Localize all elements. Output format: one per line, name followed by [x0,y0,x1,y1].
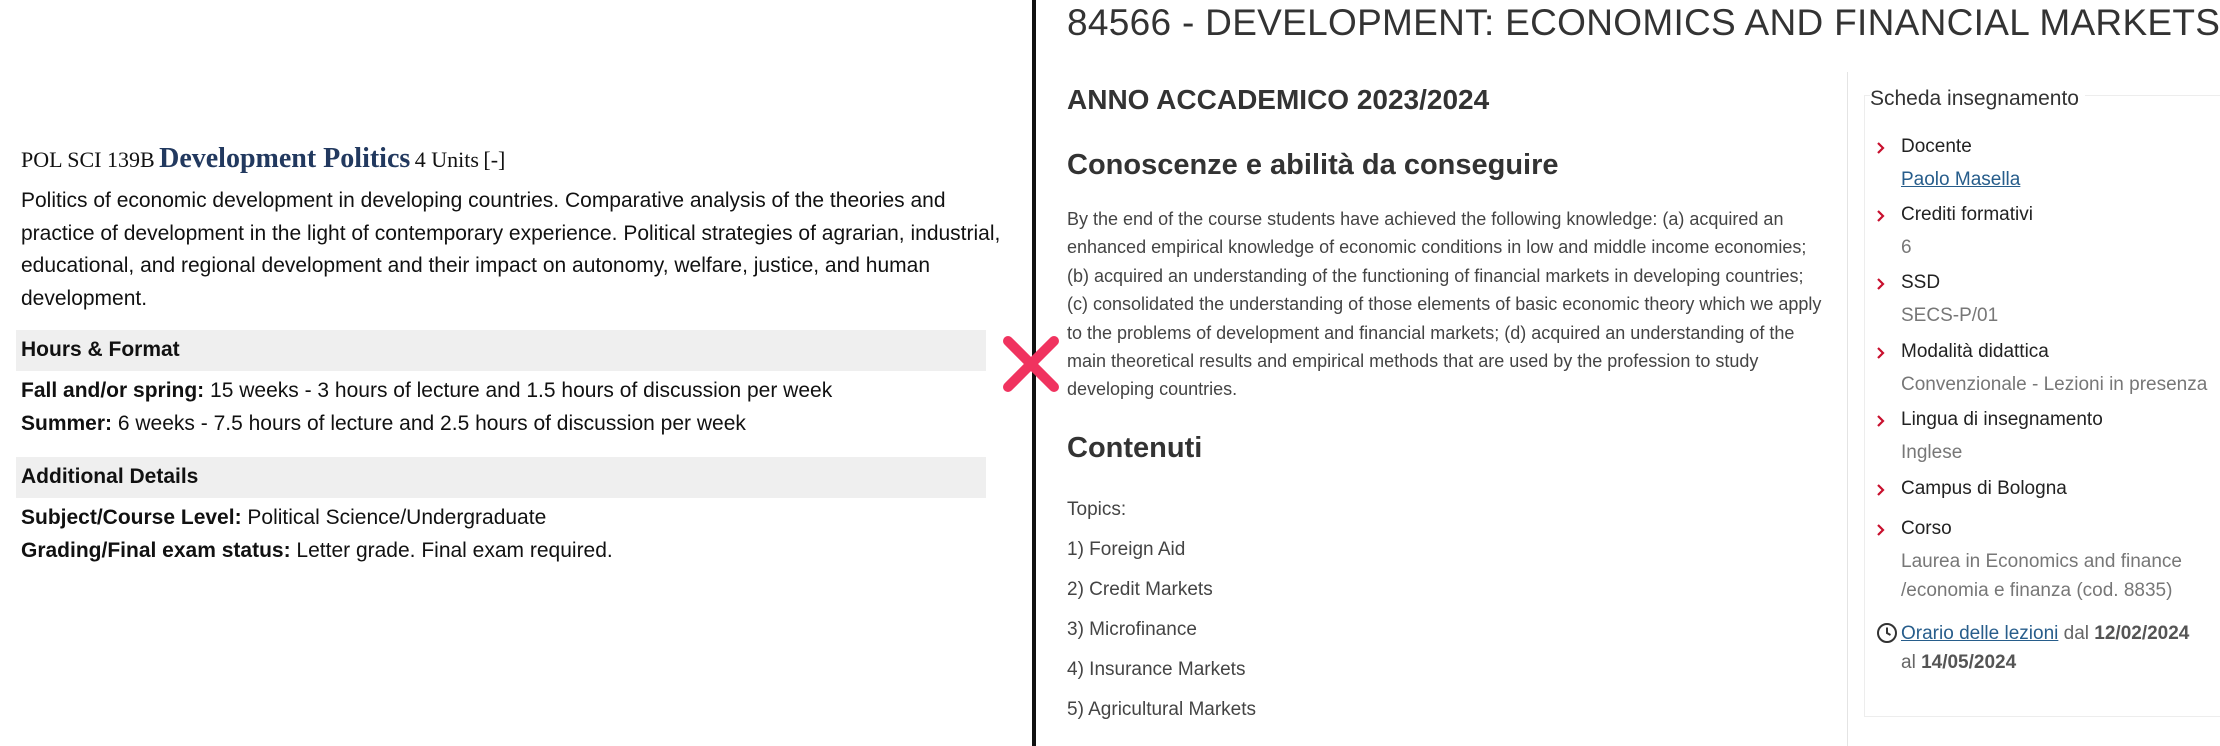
schedule-from-word: dal [2063,623,2089,644]
topics-label: Topics: [1067,499,1127,520]
academic-year-heading: ANNO ACCADEMICO 2023/2024 [1067,84,1490,115]
grading-label: Grading/Final exam status: [21,539,291,562]
knowledge-text: By the end of the course students have a… [1067,209,1822,400]
hours-format-heading: Hours & Format [21,338,180,361]
course-code: POL SCI 139B [21,147,155,172]
summer-line: Summer: 6 weeks - 7.5 hours of lecture a… [21,412,746,436]
fall-spring-value: 15 weeks - 3 hours of lecture and 1.5 ho… [210,379,833,402]
sidebar-item-label: Modalità didattica [1901,341,2049,362]
sidebar-item-label: Docente [1901,136,1972,157]
sidebar-item-value: Convenzionale - Lezioni in presenza [1901,374,2208,395]
grading-line: Grading/Final exam status: Letter grade.… [21,539,613,563]
course-info-sidebar: Scheda insegnamento Docente Paolo Masell… [1862,82,2220,746]
course-title: Development Politics [159,143,411,174]
instructor-link[interactable]: Paolo Masella [1901,165,2020,194]
sidebar-item-label: Campus di Bologna [1901,478,2067,499]
summer-value: 6 weeks - 7.5 hours of lecture and 2.5 h… [117,412,746,435]
schedule-to-date: 14/05/2024 [1921,652,2017,673]
topic-item: 1) Foreign Aid [1067,539,1186,560]
course-description: Politics of economic development in deve… [21,189,1001,310]
berkeley-course-panel: POL SCI 139B Development Politics 4 Unit… [0,0,1032,746]
sidebar-item-label: Crediti formativi [1901,204,2033,225]
sidebar-item-label: SSD [1901,272,1941,293]
course-level-value: Political Science/Undergraduate [247,506,547,529]
chevron-right-icon [1877,278,1885,290]
course-level-line: Subject/Course Level: Political Science/… [21,506,546,530]
sidebar-title: Scheda insegnamento [1870,87,2085,111]
collapse-toggle[interactable]: [-] [483,147,505,172]
course-level-label: Subject/Course Level: [21,506,242,529]
page-title: 84566 - DEVELOPMENT: ECONOMICS AND FINAN… [1067,2,2220,43]
schedule-line2: al 14/05/2024 [1901,648,2016,677]
topic-item: 4) Insurance Markets [1067,659,1246,680]
chevron-right-icon [1877,524,1885,536]
chevron-right-icon [1877,210,1885,222]
course-units: 4 Units [414,147,479,172]
schedule-link[interactable]: Orario delle lezioni [1901,623,2058,644]
schedule-line1: Orario delle lezioni dal 12/02/2024 [1901,619,2189,648]
course-degree-line1: Laurea in Economics and finance [1901,551,2182,572]
sidebar-rule [1847,72,1848,746]
chevron-right-icon [1877,484,1885,496]
sidebar-item-value: SECS-P/01 [1901,305,1999,326]
fall-spring-line: Fall and/or spring: 15 weeks - 3 hours o… [21,379,832,403]
chevron-right-icon [1877,347,1885,359]
clock-icon [1877,623,1897,643]
additional-details-header: Additional Details [16,457,986,498]
unibo-course-panel: 84566 - DEVELOPMENT: ECONOMICS AND FINAN… [1036,0,2220,746]
topic-item: 5) Agricultural Markets [1067,699,1257,720]
chevron-right-icon [1877,142,1885,154]
sidebar-item-label: Corso [1901,518,1952,539]
schedule-from-date: 12/02/2024 [2094,623,2190,644]
contents-heading: Contenuti [1067,432,1203,464]
sidebar-item-value: Inglese [1901,442,1963,463]
fall-spring-label: Fall and/or spring: [21,379,205,402]
additional-details-heading: Additional Details [21,465,199,488]
topic-item: 2) Credit Markets [1067,579,1213,600]
hours-format-header: Hours & Format [16,330,986,371]
topic-item: 3) Microfinance [1067,619,1197,640]
summer-label: Summer: [21,412,113,435]
chevron-right-icon [1877,415,1885,427]
sidebar-item-value: 6 [1901,237,1912,258]
schedule-to-word: al [1901,652,1916,673]
course-degree-line2: /economia e finanza (cod. 8835) [1901,580,2173,601]
grading-value: Letter grade. Final exam required. [296,539,613,562]
sidebar-item-label: Lingua di insegnamento [1901,409,2103,430]
course-heading: POL SCI 139B Development Politics 4 Unit… [21,143,505,175]
knowledge-heading: Conoscenze e abilità da conseguire [1067,149,1559,181]
